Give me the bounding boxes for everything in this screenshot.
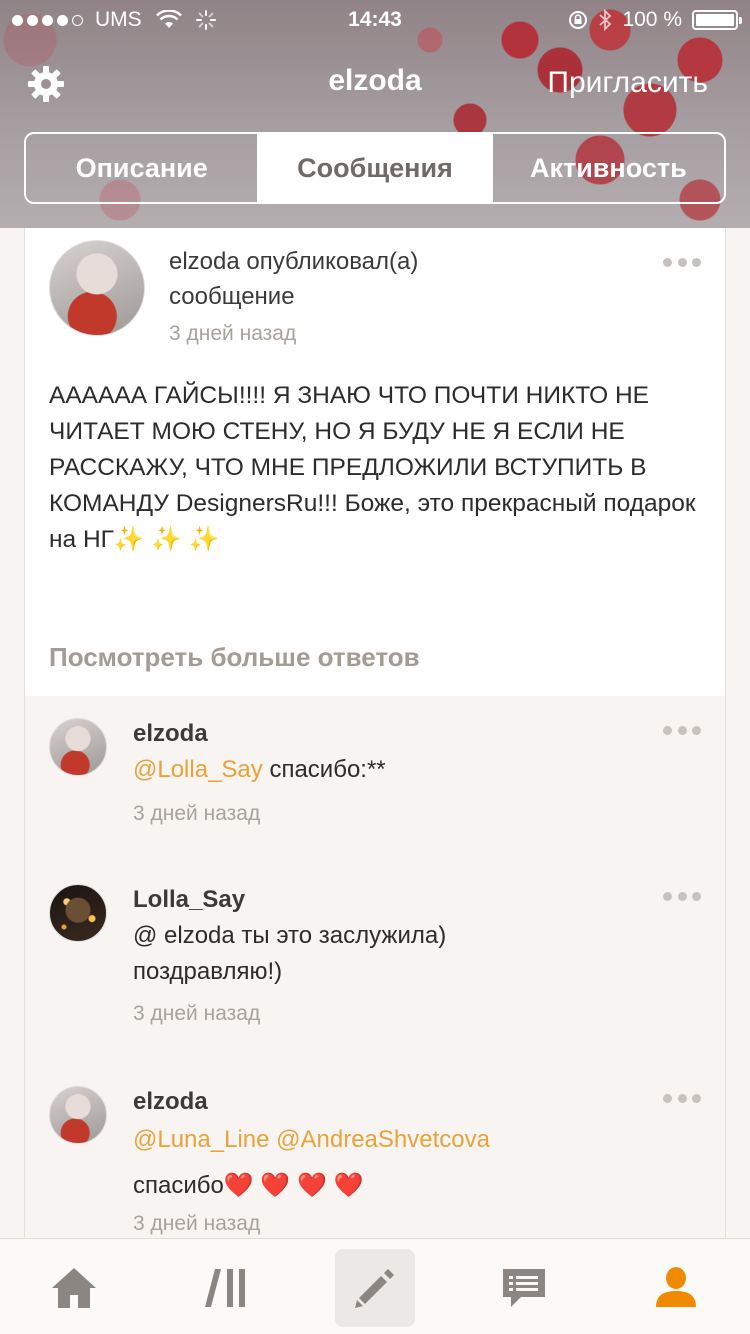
mention-link[interactable]: @Lolla_Say [133,756,263,783]
tab-home[interactable] [34,1249,114,1327]
tab-description[interactable]: Описание [26,134,257,202]
post-header: elzoda опубликовал(а) сообщение [169,244,629,314]
reply-timestamp: 3 дней назад [133,1002,261,1025]
stripes-icon [205,1269,245,1307]
profile-tabs: Описание Сообщения Активность [24,132,726,204]
reply-text-body: спасибо:** [262,756,386,783]
reply-timestamp: 3 дней назад [133,1212,261,1235]
chat-bubble-icon [503,1269,545,1307]
more-options-icon[interactable] [663,1094,701,1104]
reply-text: @Luna_Line @AndreaShvetcova спасибо❤️ ❤️… [133,1122,673,1204]
profile-header: UMS 14:43 100 % elzoda Пригласить Описан… [0,0,750,228]
avatar[interactable] [49,718,107,776]
tab-compose[interactable] [335,1249,415,1327]
more-options-icon[interactable] [663,258,701,268]
reply-item: elzoda @Luna_Line @AndreaShvetcova спаси… [25,1064,725,1238]
tab-feed[interactable] [186,1249,266,1327]
invite-button[interactable]: Пригласить [547,66,708,100]
post-timestamp: 3 дней назад [169,322,297,345]
avatar[interactable] [49,240,145,336]
home-icon [52,1268,96,1308]
reply-author[interactable]: elzoda [133,720,208,748]
reply-item: elzoda @Lolla_Say спасибо:** 3 дней наза… [25,696,725,862]
tab-activity[interactable]: Активность [490,134,724,202]
see-more-replies-link[interactable]: Посмотреть больше ответов [49,642,420,673]
tab-messages-nav[interactable] [484,1249,564,1327]
reply-text: @Lolla_Say спасибо:** [133,752,673,788]
rotation-lock-icon [569,11,588,29]
wall-post: elzoda опубликовал(а) сообщение 3 дней н… [25,228,725,696]
mention-link[interactable]: @Luna_Line @AndreaShvetcova [133,1122,673,1158]
tab-messages[interactable]: Сообщения [257,134,491,202]
more-options-icon[interactable] [663,892,701,902]
reply-item: Lolla_Say @ elzoda ты это заслужила) поз… [25,862,725,1064]
more-options-icon[interactable] [663,726,701,736]
reply-text-body: спасибо❤️ ❤️ ❤️ ❤️ [133,1172,364,1199]
messages-feed[interactable]: elzoda опубликовал(а) сообщение 3 дней н… [24,228,726,1238]
user-icon [656,1267,696,1307]
post-header-line: сообщение [169,283,295,310]
tab-bar [0,1238,750,1334]
post-header-line: elzoda опубликовал(а) [169,248,419,275]
status-bar: UMS 14:43 100 % [0,0,750,40]
nav-bar: elzoda Пригласить [0,56,750,112]
bluetooth-icon [599,9,612,31]
reply-timestamp: 3 дней назад [133,802,261,825]
reply-author[interactable]: elzoda [133,1088,208,1116]
avatar[interactable] [49,1086,107,1144]
pencil-icon [355,1269,394,1308]
battery-icon [692,10,742,30]
tab-profile[interactable] [636,1249,716,1327]
reply-text: @ elzoda ты это заслужила) поздравляю!) [133,922,447,985]
battery-percent: 100 % [622,8,682,31]
post-body: АААААА ГАЙСЫ!!!! Я ЗНАЮ ЧТО ПОЧТИ НИКТО … [49,382,696,553]
reply-author[interactable]: Lolla_Say [133,886,245,914]
avatar[interactable] [49,884,107,942]
